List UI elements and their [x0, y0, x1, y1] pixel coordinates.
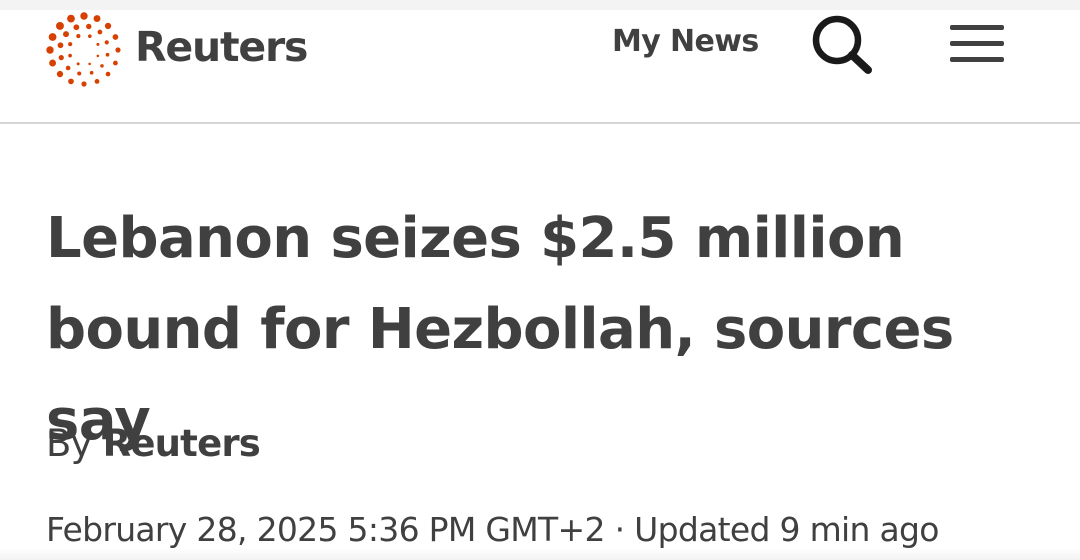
logo-dot [86, 23, 92, 30]
logo-dot [81, 81, 87, 87]
top-status-strip [0, 0, 1080, 10]
logo-dot [80, 12, 88, 20]
article-dateline: February 28, 2025 5:36 PM GMT+2 · Update… [46, 510, 939, 549]
site-header: Reuters My News [0, 10, 1080, 124]
logo-dot [76, 62, 80, 66]
logo-dot [94, 79, 100, 84]
bottom-edge-shadow [0, 548, 1080, 560]
logo-dot [104, 22, 112, 30]
logo-dot [73, 24, 80, 31]
logo-dot [48, 33, 57, 41]
logo-dot [105, 52, 110, 57]
logo-dot [65, 65, 71, 71]
logo-dot [56, 70, 64, 78]
logo-dot [96, 54, 100, 58]
logo-dot [68, 42, 73, 47]
hamburger-menu-icon [950, 25, 1004, 62]
logo-dot [100, 64, 104, 68]
logo-dot [115, 47, 121, 53]
logo-dot [104, 40, 109, 45]
logo-dot [58, 55, 64, 61]
logo-dot [96, 42, 100, 46]
logo-dot [56, 22, 64, 30]
dateline-separator: · [614, 510, 625, 549]
logo-dot [112, 34, 119, 40]
logo-dot [76, 34, 81, 39]
logo-dot [89, 70, 94, 75]
byline: By Reuters [46, 422, 261, 465]
logo-dot [113, 60, 118, 66]
logo-dot [68, 53, 72, 58]
reuters-logo-icon [46, 12, 121, 87]
logo-dot [97, 29, 103, 35]
byline-author-link[interactable]: Reuters [103, 422, 261, 465]
logo-dot [49, 59, 57, 67]
published-timestamp: February 28, 2025 5:36 PM GMT+2 [46, 510, 605, 549]
headline-line-1: Lebanon seizes $2.5 million [46, 206, 905, 271]
menu-button[interactable] [946, 18, 1008, 70]
logo-dot [93, 15, 101, 23]
logo-dot [67, 14, 75, 23]
search-button[interactable] [808, 12, 876, 76]
search-icon [812, 15, 872, 74]
my-news-link[interactable]: My News [612, 24, 759, 59]
logo-dot [46, 46, 54, 54]
byline-prefix: By [46, 422, 92, 465]
logo-dot [63, 31, 69, 38]
logo-dot [88, 62, 91, 66]
logo-dot [105, 71, 111, 77]
logo-dot [68, 78, 74, 85]
logo-dot [57, 42, 64, 49]
logo-dot [77, 71, 82, 76]
reuters-logo[interactable]: Reuters [44, 10, 308, 90]
logo-wordmark: Reuters [135, 23, 308, 71]
updated-timestamp: Updated 9 min ago [634, 510, 939, 549]
logo-dot [88, 34, 92, 38]
